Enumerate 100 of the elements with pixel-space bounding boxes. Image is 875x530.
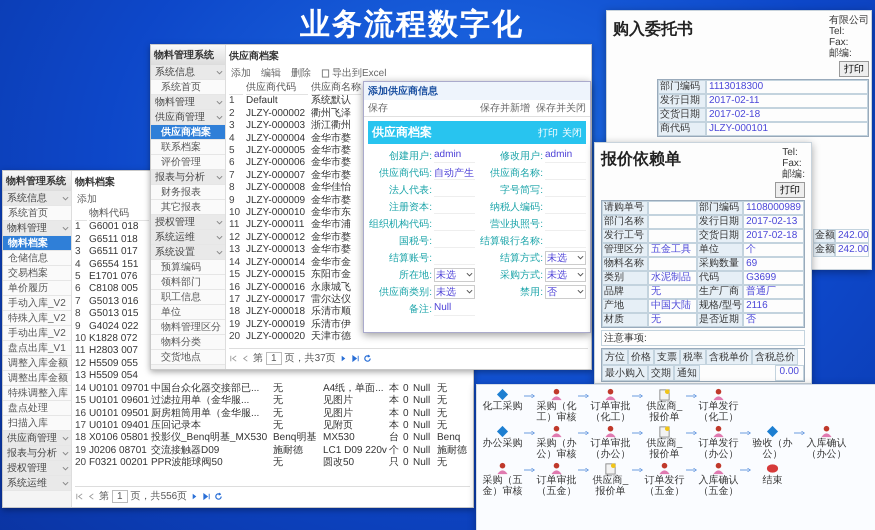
- sidebar-item[interactable]: 特殊调整入库: [3, 386, 71, 401]
- last-page-icon[interactable]: [350, 354, 360, 362]
- table-cell-text: Null: [413, 408, 432, 420]
- toolbar-button[interactable]: 导出到Excel: [319, 66, 388, 80]
- row-number: 13: [229, 244, 242, 257]
- sidebar-item[interactable]: 系统运维: [3, 476, 71, 491]
- sidebar-item[interactable]: 财务报表: [151, 185, 225, 200]
- toolbar-button[interactable]: 删除: [289, 66, 313, 80]
- print-button[interactable]: 打印: [839, 61, 869, 77]
- sidebar-item[interactable]: 系统信息: [3, 191, 71, 206]
- field-label: 法人代表:: [388, 184, 432, 196]
- sidebar-item[interactable]: 物料管理: [151, 95, 225, 110]
- sidebar-item[interactable]: 单价履历: [3, 281, 71, 296]
- sidebar-item[interactable]: 物料管理区分: [151, 320, 225, 335]
- sidebar-item[interactable]: 扫描入库: [3, 416, 71, 431]
- app-title: 物料管理系统: [151, 45, 225, 65]
- refresh-icon[interactable]: [362, 354, 372, 362]
- table-cell-text: 本: [389, 420, 400, 432]
- sidebar-item[interactable]: 报表与分析: [3, 446, 71, 461]
- sidebar-item[interactable]: 系统信息: [151, 65, 225, 80]
- toolbar-button[interactable]: 添加: [229, 66, 253, 80]
- refresh-icon[interactable]: [214, 492, 224, 500]
- toolbar-button[interactable]: 编辑: [259, 66, 283, 80]
- sidebar-item[interactable]: 手动入库_V2: [3, 296, 71, 311]
- sidebar-item[interactable]: 物料管理: [3, 221, 71, 236]
- document-icon: [321, 68, 330, 78]
- person-icon: [496, 462, 509, 475]
- print-button[interactable]: 打印: [775, 182, 805, 198]
- column-header: 最小购入: [602, 365, 648, 381]
- row-number: 20: [75, 457, 87, 470]
- input-field[interactable]: admin: [545, 148, 586, 162]
- input-field[interactable]: admin: [434, 148, 475, 162]
- sidebar-item[interactable]: 联系档案: [151, 140, 225, 155]
- sidebar-item[interactable]: 物料档案: [3, 236, 71, 251]
- sidebar-item[interactable]: 领料部门: [151, 275, 225, 290]
- field-value: [648, 215, 698, 229]
- sidebar-item[interactable]: 盘点出库_V1: [3, 341, 71, 356]
- column-header: 价格: [628, 349, 654, 365]
- page-number-field[interactable]: 1: [266, 352, 282, 364]
- table-cell-text: 乐清市顺: [311, 306, 352, 318]
- page-number-field[interactable]: 1: [112, 490, 128, 502]
- sidebar-item[interactable]: 调整出库金额: [3, 371, 71, 386]
- toolbar-button[interactable]: 保存并新增: [478, 101, 532, 115]
- sidebar-item[interactable]: 特殊入库_V2: [3, 311, 71, 326]
- sidebar-item[interactable]: 交货地点: [151, 350, 225, 365]
- sidebar-item[interactable]: 系统首页: [151, 80, 225, 95]
- sidebar-item[interactable]: 其它报表: [151, 200, 225, 215]
- table-cell-text: JLZY-000012: [246, 232, 306, 244]
- table-cell: F0321 00201: [89, 457, 149, 470]
- sidebar-item[interactable]: 供应商档案: [151, 125, 225, 140]
- field-label: 发行工号: [602, 229, 648, 243]
- dropdown-field[interactable]: 未选: [545, 268, 586, 282]
- input-field[interactable]: Null: [434, 302, 475, 316]
- field-label: 代码: [697, 271, 744, 285]
- column-header: 税率: [680, 349, 706, 365]
- sidebar-item[interactable]: 系统设置: [151, 245, 225, 260]
- sidebar-item[interactable]: 调整入库金额: [3, 356, 71, 371]
- first-page-icon[interactable]: [75, 492, 84, 500]
- table-cell-text: 0: [403, 444, 410, 458]
- sidebar-item[interactable]: 评价管理: [151, 155, 225, 170]
- table-cell-text: 浙江衢州: [311, 120, 352, 132]
- dropdown-field[interactable]: 未选: [434, 268, 475, 282]
- dropdown-field[interactable]: 否: [545, 284, 586, 298]
- sidebar-item[interactable]: 预算编码: [151, 260, 225, 275]
- sidebar-item[interactable]: 供应商管理: [3, 431, 71, 446]
- table-cell-text: 0: [403, 432, 410, 445]
- toolbar-button[interactable]: 添加: [75, 192, 99, 206]
- sidebar-item[interactable]: 系统运维: [151, 230, 225, 245]
- person-icon: [712, 462, 725, 475]
- dropdown-field[interactable]: 未选: [434, 284, 475, 298]
- sidebar-item[interactable]: 手动出库_V2: [3, 326, 71, 341]
- sidebar-item[interactable]: 单位: [151, 305, 225, 320]
- toolbar-button[interactable]: 保存并关闭: [534, 101, 588, 115]
- previous-page-icon[interactable]: [87, 492, 96, 500]
- sidebar-item[interactable]: 职工信息: [151, 290, 225, 305]
- sidebar-item[interactable]: 仓储信息: [3, 251, 71, 266]
- last-page-icon[interactable]: [202, 492, 212, 500]
- first-page-icon[interactable]: [229, 354, 238, 362]
- sidebar-item[interactable]: 物料分类: [151, 335, 225, 350]
- table-cell-text: E1701 076: [89, 271, 138, 284]
- next-page-icon[interactable]: [338, 354, 348, 362]
- save-button[interactable]: 保存: [366, 101, 390, 115]
- input-field[interactable]: 自动产生: [434, 166, 475, 180]
- sidebar-item[interactable]: 授权管理: [3, 461, 71, 476]
- row-number: 5: [229, 145, 236, 158]
- table-cell-text: 金华市婺: [311, 244, 352, 256]
- dropdown-field[interactable]: 未选: [545, 250, 586, 264]
- sidebar-item[interactable]: 授权管理: [151, 215, 225, 230]
- field-label: 纳税人编码:: [489, 200, 543, 214]
- sidebar-item[interactable]: 交易档案: [3, 266, 71, 281]
- table-cell-text: 无: [273, 382, 284, 395]
- table-cell-text: 系统默认: [311, 95, 352, 108]
- row-number: 14: [229, 256, 242, 270]
- sidebar-item[interactable]: 供应商管理: [151, 110, 225, 125]
- previous-page-icon[interactable]: [241, 354, 250, 362]
- table-cell-text: 过滤拉用单（金华服...: [151, 395, 250, 408]
- sidebar-item[interactable]: 报表与分析: [151, 170, 225, 185]
- sidebar-item[interactable]: 盘点处理: [3, 401, 71, 416]
- sidebar-item[interactable]: 系统首页: [3, 206, 71, 221]
- table-cell-text: 交流接触器D09: [151, 444, 220, 456]
